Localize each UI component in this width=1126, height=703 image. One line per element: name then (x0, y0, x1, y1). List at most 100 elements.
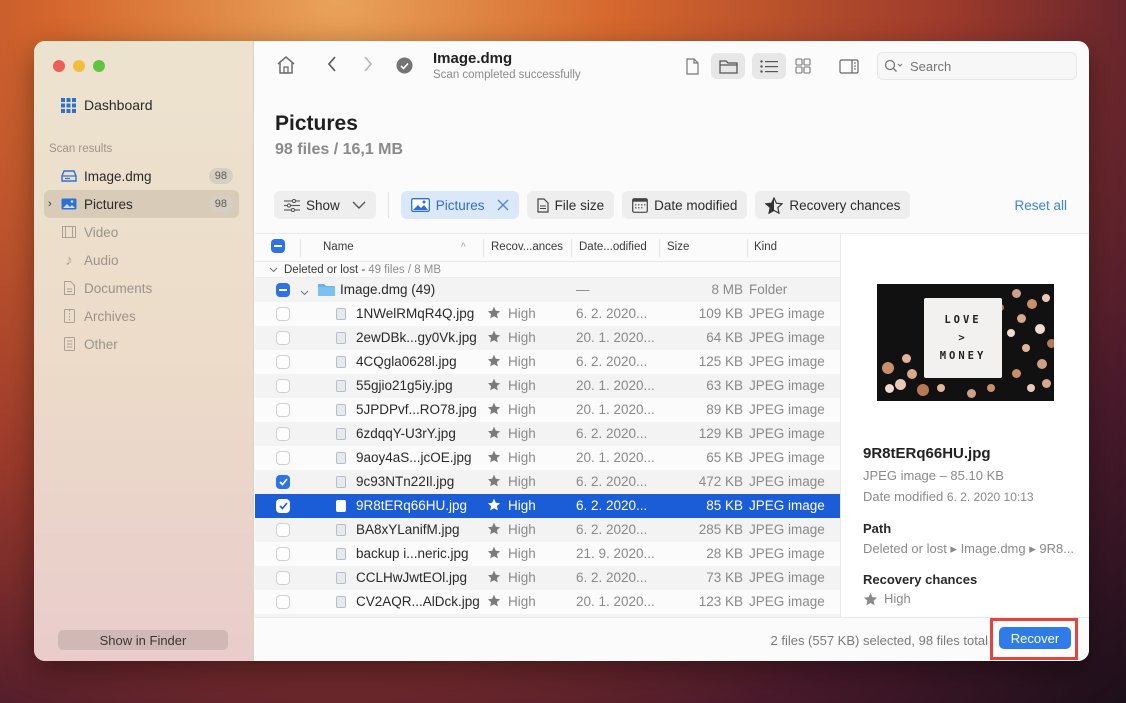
table-row[interactable]: CV2AQR...AlDck.jpg High 20. 1. 2020... 123 … (255, 590, 840, 614)
star-icon (487, 570, 501, 586)
recover-button[interactable]: Recover (999, 627, 1071, 649)
row-checkbox[interactable] (276, 403, 290, 417)
table-row[interactable]: 1NWelRMqR4Q.jpg High 6. 2. 2020... 109 KB JP… (255, 302, 840, 326)
sidebar-item-audio[interactable]: ♪ Audio (44, 246, 239, 274)
date-modified: 21. 9. 2020... (576, 546, 655, 561)
row-checkbox[interactable] (276, 379, 290, 393)
table-row[interactable]: 6zdqqY-U3rY.jpg High 6. 2. 2020... 129 KB JP… (255, 422, 840, 446)
picture-icon (61, 198, 77, 210)
folder-row[interactable]: Image.dmg (49) — 8 MB Folder (255, 278, 840, 302)
preview-image-lightbox: LOVE > MONEY (924, 298, 1002, 378)
close-window-button[interactable] (53, 60, 65, 72)
table-row[interactable]: 2ewDBk...gy0Vk.jpg High 20. 1. 2020... 64 K… (255, 326, 840, 350)
filter-divider (387, 192, 389, 218)
row-checkbox[interactable] (276, 331, 290, 345)
row-checkbox[interactable] (276, 451, 290, 465)
folder-checkbox[interactable] (276, 283, 290, 297)
show-dropdown[interactable]: Show (274, 191, 376, 219)
chevron-right-icon[interactable]: › (48, 198, 52, 210)
group-header-deleted[interactable]: Deleted or lost - 49 files / 8 MB (255, 262, 840, 278)
list-view-button[interactable] (752, 53, 786, 79)
column-header-name[interactable]: Name (323, 241, 354, 253)
sidebar-item-dashboard[interactable]: Dashboard (61, 97, 153, 113)
row-checkbox[interactable] (276, 427, 290, 441)
recovery-chances-filter[interactable]: Recovery chances (755, 191, 911, 219)
table-row[interactable]: 5JPDPvf...RO78.jpg High 20. 1. 2020... 89 K… (255, 398, 840, 422)
preview-recovery-label: Recovery chances (863, 572, 978, 587)
table-row[interactable]: CCLHwJwtEOl.jpg High 6. 2. 2020... 73 KB JPE… (255, 566, 840, 590)
recovery-chance: High (508, 306, 536, 321)
sidebar-item-image-dmg[interactable]: Image.dmg 98 (44, 162, 239, 190)
search-field[interactable] (877, 52, 1077, 80)
chevron-down-icon[interactable] (300, 284, 309, 299)
show-in-finder-button[interactable]: Show in Finder (58, 630, 228, 650)
recovery-chance: High (508, 426, 536, 441)
row-checkbox[interactable] (276, 307, 290, 321)
column-header-kind[interactable]: Kind (754, 241, 777, 253)
zoom-window-button[interactable] (93, 60, 105, 72)
row-checkbox[interactable] (276, 523, 290, 537)
select-all-checkbox[interactable] (271, 239, 285, 253)
sort-ascending-icon[interactable]: ^ (461, 242, 466, 253)
file-kind: JPEG image (749, 450, 825, 465)
chevron-down-icon (352, 201, 366, 209)
reset-all-link[interactable]: Reset all (1014, 198, 1067, 213)
toolbar: Image.dmg Scan completed successfully (255, 41, 1089, 93)
grid-view-button[interactable] (786, 53, 820, 79)
table-row[interactable]: 55gjio21g5iy.jpg High 20. 1. 2020... 63 KB J… (255, 374, 840, 398)
file-kind: JPEG image (749, 546, 825, 561)
table-row[interactable]: 9c93NTn22Il.jpg High 6. 2. 2020... 472 KB JP… (255, 470, 840, 494)
row-checkbox[interactable] (276, 595, 290, 609)
table-row[interactable]: BA8xYLanifM.jpg High 6. 2. 2020... 285 KB JP… (255, 518, 840, 542)
coin-shape (1027, 384, 1035, 392)
table-row[interactable]: 9R8tERq66HU.jpg High 6. 2. 2020... 85 KB JPE… (255, 494, 840, 518)
table-row[interactable]: 9aoy4aS...jcOE.jpg High 20. 1. 2020... 65 K… (255, 446, 840, 470)
sidebar-item-other[interactable]: Other (44, 330, 239, 358)
row-checkbox[interactable] (276, 571, 290, 585)
file-size: 73 KB (706, 570, 743, 585)
table-row[interactable]: backup i...neric.jpg High 21. 9. 2020... 28… (255, 542, 840, 566)
folder-view-button[interactable] (711, 53, 745, 79)
sidebar-item-video[interactable]: Video (44, 218, 239, 246)
selection-status: 2 files (557 KB) selected, 98 files tota… (770, 633, 988, 648)
file-view-button[interactable] (675, 53, 709, 79)
row-checkbox[interactable] (276, 355, 290, 369)
back-chevron-icon[interactable] (326, 55, 338, 78)
folder-recovery: — (576, 282, 590, 297)
sidebar-item-documents[interactable]: Documents (44, 274, 239, 302)
jpeg-file-icon (336, 524, 346, 536)
jpeg-file-icon (336, 404, 346, 416)
coin-shape (1017, 314, 1026, 323)
group-detail: 49 files / 8 MB (368, 263, 442, 276)
coin-shape (1012, 289, 1021, 298)
row-checkbox[interactable] (276, 499, 290, 513)
app-window: Dashboard Scan results Image.dmg 98 › Pi… (34, 41, 1089, 661)
column-header-date[interactable]: Date...odified (579, 241, 647, 253)
sidebar-item-pictures[interactable]: › Pictures 98 (44, 190, 239, 218)
column-divider (483, 239, 484, 257)
home-icon[interactable] (276, 56, 296, 79)
table-row[interactable]: 4CQgla0628l.jpg High 6. 2. 2020... 125 KB JP… (255, 350, 840, 374)
sidebar-item-archives[interactable]: Archives (44, 302, 239, 330)
row-checkbox[interactable] (276, 475, 290, 489)
folder-icon (718, 59, 738, 74)
file-size: 28 KB (706, 546, 743, 561)
file-size-filter[interactable]: File size (526, 191, 615, 219)
column-header-recovery[interactable]: Recov...ances (491, 241, 563, 253)
close-icon[interactable] (497, 199, 509, 211)
date-modified: 6. 2. 2020... (576, 426, 648, 441)
jpeg-file-icon (336, 548, 346, 560)
date-modified-filter[interactable]: Date modified (622, 191, 748, 219)
row-checkbox[interactable] (276, 547, 290, 561)
column-header-size[interactable]: Size (667, 241, 689, 253)
search-input[interactable] (910, 58, 1060, 74)
recovery-chance: High (508, 378, 536, 393)
grid-icon (61, 97, 76, 113)
forward-chevron-icon[interactable] (362, 55, 374, 78)
page-heading: Pictures 98 files / 16,1 MB (275, 112, 403, 159)
chevron-down-icon[interactable] (269, 267, 278, 273)
toggle-preview-pane-button[interactable] (832, 53, 866, 79)
pictures-filter-chip[interactable]: Pictures (400, 191, 519, 219)
minimize-window-button[interactable] (73, 60, 85, 72)
file-name: 9R8tERq66HU.jpg (356, 498, 468, 513)
